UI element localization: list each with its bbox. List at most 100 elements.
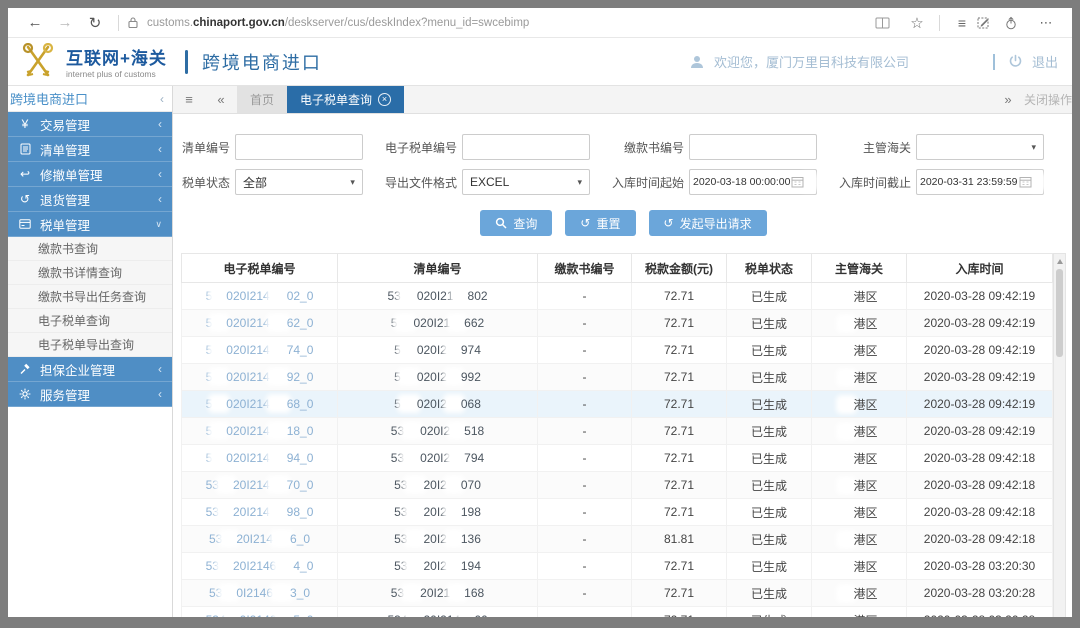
share-icon[interactable] <box>1004 16 1032 30</box>
select-value: 全部 <box>243 174 267 191</box>
web-note-icon[interactable] <box>976 16 1004 30</box>
payment-number-cell: - <box>538 526 632 553</box>
content-panel: 清单编号电子税单编号缴款书编号主管海关▾税单状态全部▾导出文件格式EXCEL▾入… <box>173 114 1072 617</box>
logout-button[interactable]: 退出 <box>1032 52 1058 71</box>
redacted-blur <box>212 290 226 301</box>
tab-home[interactable]: 首页 <box>237 86 287 113</box>
sidebar-subitem[interactable]: 电子税单查询 <box>8 309 172 333</box>
storage-time-cell: 2020-03-28 09:42:18 <box>907 499 1053 526</box>
select-dropdown[interactable]: EXCEL▾ <box>462 169 590 195</box>
browser-toolbar: ← → ↻ customs.chinaport.gov.cn/deskserve… <box>8 8 1072 38</box>
datetime-value: 2020-03-31 23:59:59 <box>920 176 1018 188</box>
etax-number-link[interactable]: 5320I21464_0 <box>206 559 314 573</box>
sidebar-subitem[interactable]: 缴款书详情查询 <box>8 261 172 285</box>
sidebar-collapse-icon[interactable]: ‹ <box>160 92 164 106</box>
favorites-star-icon[interactable]: ☆ <box>903 14 931 32</box>
tab-etax-query[interactable]: 电子税单查询 × <box>287 86 404 113</box>
etax-number-link[interactable]: 5020I21462_0 <box>206 316 314 330</box>
text-input[interactable] <box>462 134 590 160</box>
table-row[interactable]: 5020I21474_05020I2974-72.71已生成港区2020-03-… <box>182 337 1053 364</box>
close-operations-button[interactable]: 关闭操作 <box>1024 91 1072 108</box>
sidebar-subitem[interactable]: 缴款书导出任务查询 <box>8 285 172 309</box>
storage-time-cell: 2020-03-28 09:42:18 <box>907 526 1053 553</box>
table-row[interactable]: 5020I21494_053020I2794-72.71已生成港区2020-03… <box>182 445 1053 472</box>
table-row[interactable]: 5020I21402_053020I21802-72.71已生成港区2020-0… <box>182 283 1053 310</box>
reset-button[interactable]: ↺重置 <box>565 210 635 236</box>
status-cell: 已生成 <box>727 337 812 364</box>
more-icon[interactable]: ⋯ <box>1032 15 1060 31</box>
etax-number-link[interactable]: 5020I21492_0 <box>206 370 314 384</box>
table-row[interactable]: 5320I2146_05320I2136-81.81已生成港区2020-03-2… <box>182 526 1053 553</box>
tax-amount-cell: 72.71 <box>632 607 727 618</box>
etax-number-link[interactable]: 5320I21498_0 <box>206 505 314 519</box>
etax-number-link[interactable]: 5020I21494_0 <box>206 451 314 465</box>
customs-cell: 港区 <box>812 418 907 445</box>
redacted-blur <box>407 533 423 544</box>
scroll-tabs-right-icon[interactable]: » <box>992 92 1024 107</box>
sidebar-subitem[interactable]: 缴款书查询 <box>8 237 172 261</box>
text-input[interactable] <box>689 134 817 160</box>
payment-number-cell: - <box>538 418 632 445</box>
sidebar-item[interactable]: 担保企业管理‹ <box>8 357 172 382</box>
etax-number-link[interactable]: 5340I21465_0 <box>206 613 314 617</box>
table-row[interactable]: 5020I21418_053020I2518-72.71已生成港区2020-03… <box>182 418 1053 445</box>
etax-number-link[interactable]: 5020I21402_0 <box>206 289 314 303</box>
table-row[interactable]: 5340I21465_053420I21466-72.71已生成港区2020-0… <box>182 607 1053 618</box>
status-cell: 已生成 <box>727 418 812 445</box>
sidebar-item[interactable]: ¥交易管理‹ <box>8 112 172 137</box>
select-dropdown[interactable]: ▾ <box>916 134 1044 160</box>
sidebar-filler <box>8 407 172 617</box>
list-number: 5320I2194 <box>394 559 481 573</box>
tab-close-icon[interactable]: × <box>378 93 391 106</box>
forward-icon[interactable]: → <box>50 14 80 31</box>
scrollbar-up-icon[interactable] <box>1054 254 1065 268</box>
sidebar-item[interactable]: 服务管理‹ <box>8 382 172 407</box>
table-row[interactable]: 5320I21464_05320I2194-72.71已生成港区2020-03-… <box>182 553 1053 580</box>
table-row[interactable]: 5320I21470_05320I2070-72.71已生成港区2020-03-… <box>182 472 1053 499</box>
export-request-button[interactable]: ↺发起导出请求 <box>649 210 767 236</box>
tax-amount-cell: 72.71 <box>632 418 727 445</box>
table-scrollbar[interactable] <box>1053 253 1066 617</box>
sidebar-subitem[interactable]: 电子税单导出查询 <box>8 333 172 357</box>
datetime-input[interactable]: 2020-03-18 00:00:00 <box>689 169 817 195</box>
reading-view-icon[interactable] <box>875 17 903 29</box>
etax-number-link[interactable]: 5320I21470_0 <box>206 478 314 492</box>
table-row[interactable]: 5020I21492_05020I2992-72.71已生成港区2020-03-… <box>182 364 1053 391</box>
hub-icon[interactable]: ≡ <box>948 15 976 31</box>
sidebar-item[interactable]: 税单管理∨ <box>8 212 172 237</box>
etax-number-link[interactable]: 530I21463_0 <box>209 586 310 600</box>
bill-icon <box>18 219 32 229</box>
list-number: 5320I21168 <box>391 586 484 600</box>
payment-number-cell: - <box>538 283 632 310</box>
sidebar-item[interactable]: ↺退货管理‹ <box>8 187 172 212</box>
datetime-input[interactable]: 2020-03-31 23:59:59 <box>916 169 1044 195</box>
redacted-blur <box>454 290 468 301</box>
scroll-tabs-left-icon[interactable]: « <box>205 86 237 113</box>
calendar-icon[interactable] <box>1019 176 1032 188</box>
status-cell: 已生成 <box>727 391 812 418</box>
address-bar[interactable]: customs.chinaport.gov.cn/deskserver/cus/… <box>147 17 529 29</box>
button-label: 发起导出请求 <box>680 215 752 232</box>
etax-number-link[interactable]: 5020I21468_0 <box>206 397 314 411</box>
status-cell: 已生成 <box>727 607 812 618</box>
sidebar-item[interactable]: ↩修撤单管理‹ <box>8 162 172 187</box>
power-icon[interactable] <box>1008 54 1023 69</box>
calendar-icon[interactable] <box>791 176 804 188</box>
scrollbar-thumb[interactable] <box>1056 269 1063 357</box>
refresh-icon[interactable]: ↻ <box>80 14 110 32</box>
query-button[interactable]: 查询 <box>480 210 552 236</box>
back-icon[interactable]: ← <box>20 14 50 31</box>
text-input[interactable] <box>235 134 363 160</box>
menu-toggle-icon[interactable]: ≡ <box>173 86 205 113</box>
status-cell: 已生成 <box>727 445 812 472</box>
table-row[interactable]: 5020I21462_05020I21662-72.71已生成港区2020-03… <box>182 310 1053 337</box>
table-row[interactable]: 5020I21468_05020I2068-72.71已生成港区2020-03-… <box>182 391 1053 418</box>
storage-time-cell: 2020-03-28 09:42:19 <box>907 364 1053 391</box>
table-row[interactable]: 530I21463_05320I21168-72.71已生成港区2020-03-… <box>182 580 1053 607</box>
etax-number-link[interactable]: 5020I21418_0 <box>206 424 314 438</box>
etax-number-link[interactable]: 5320I2146_0 <box>209 532 310 546</box>
select-dropdown[interactable]: 全部▾ <box>235 169 363 195</box>
etax-number-link[interactable]: 5020I21474_0 <box>206 343 314 357</box>
sidebar-item[interactable]: 清单管理‹ <box>8 137 172 162</box>
table-row[interactable]: 5320I21498_05320I2198-72.71已生成港区2020-03-… <box>182 499 1053 526</box>
